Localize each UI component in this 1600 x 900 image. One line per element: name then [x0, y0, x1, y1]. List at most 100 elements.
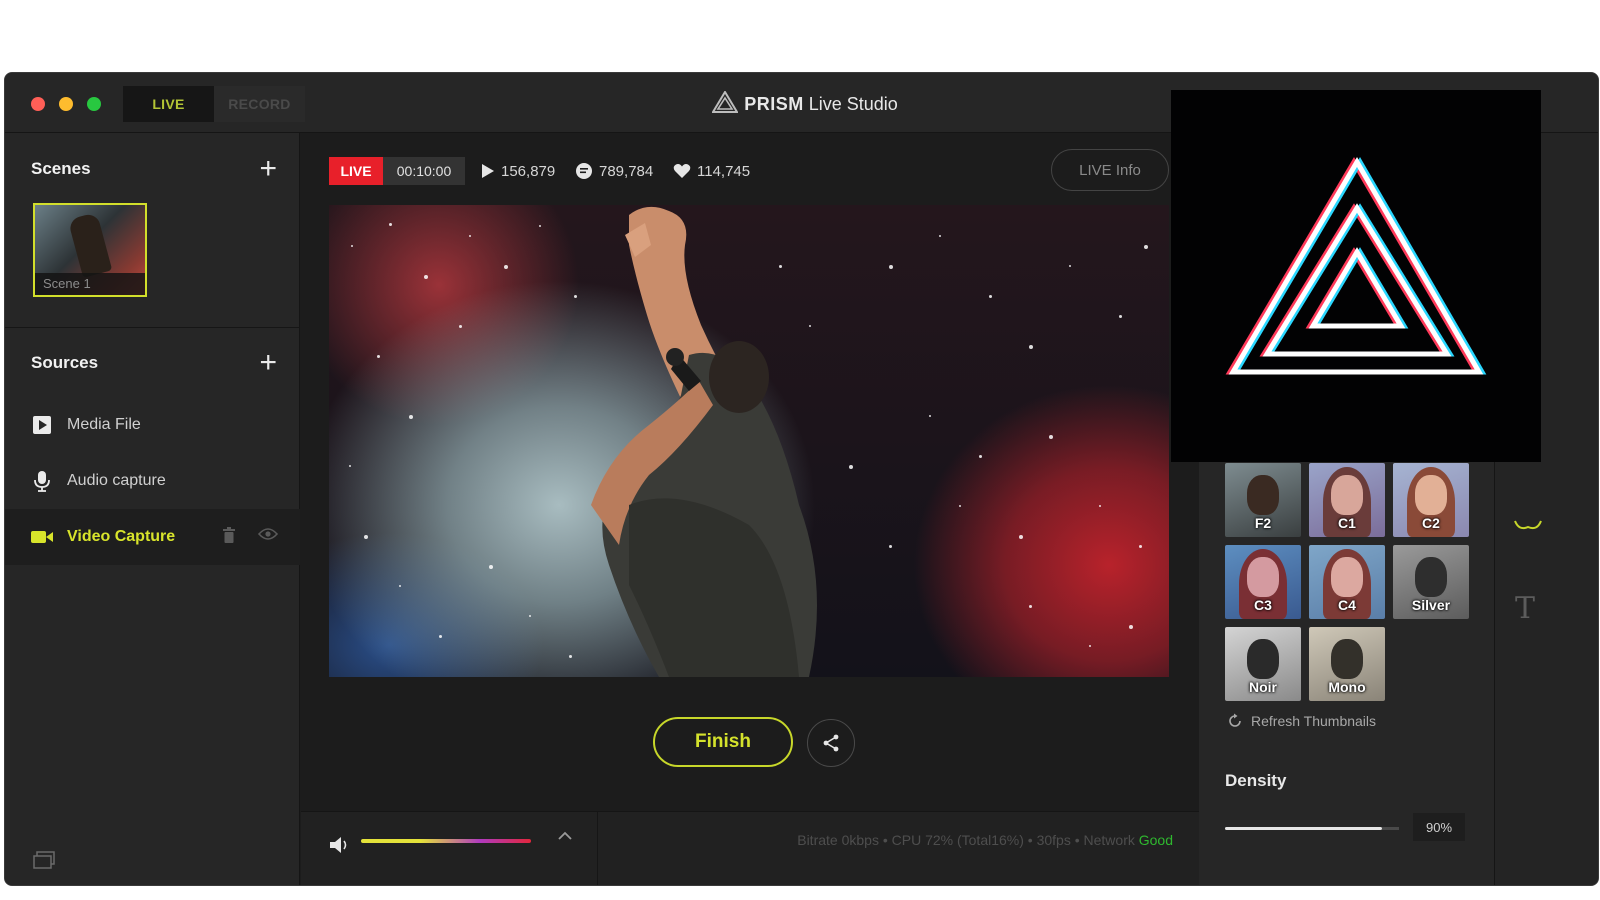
filter-c1[interactable]: C1 [1309, 463, 1385, 537]
filter-label: C1 [1338, 515, 1356, 531]
filter-face [1247, 475, 1279, 515]
heart-icon [673, 164, 691, 178]
sparkle [424, 275, 428, 279]
filter-noir[interactable]: Noir [1225, 627, 1301, 701]
chevron-up-icon[interactable] [557, 828, 573, 846]
microphone-icon [31, 470, 53, 492]
sparkle [409, 415, 413, 419]
sparkle [979, 455, 982, 458]
sparkle [1049, 435, 1053, 439]
text-tool-icon[interactable]: T [1515, 591, 1535, 626]
filter-face [1331, 557, 1363, 597]
sparkle [849, 465, 853, 469]
source-item-audio-capture[interactable]: Audio capture [5, 453, 300, 509]
scene-thumbnail-figure [67, 212, 113, 278]
sparkle [529, 615, 531, 617]
sparkle [389, 223, 392, 226]
sparkle [889, 545, 892, 548]
source-item-video-capture[interactable]: Video Capture [5, 509, 300, 565]
sparkle [439, 635, 442, 638]
prism-logo-icon [711, 90, 739, 118]
sparkle [364, 535, 368, 539]
sparkle [989, 295, 992, 298]
sparkle [351, 245, 353, 247]
media-file-icon [31, 414, 53, 436]
effects-icon[interactable] [1513, 517, 1543, 540]
multi-view-icon[interactable] [33, 851, 55, 869]
add-source-button[interactable]: + [259, 348, 277, 378]
like-count-value: 114,745 [697, 162, 751, 180]
sparkle [377, 355, 380, 358]
network-status: Good [1138, 832, 1173, 848]
filter-c4[interactable]: C4 [1309, 545, 1385, 619]
sparkle [929, 415, 931, 417]
refresh-icon [1229, 713, 1241, 727]
sparkle [1029, 345, 1033, 349]
sparkle [939, 235, 941, 237]
share-icon [823, 734, 839, 752]
trash-icon[interactable] [222, 526, 236, 548]
sparkle [1089, 645, 1091, 647]
filter-face [1415, 475, 1447, 515]
app-title-suffix: Live Studio [803, 94, 898, 114]
density-slider-remainder [1382, 827, 1399, 830]
live-badge: LIVE [329, 157, 383, 185]
filter-label: C4 [1338, 597, 1356, 613]
scene-label: Scene 1 [35, 273, 145, 295]
eye-icon[interactable] [257, 527, 279, 548]
speaker-icon[interactable] [329, 836, 351, 859]
chat-count: 789,784 [575, 157, 653, 185]
sparkle [809, 325, 811, 327]
filter-face [1247, 639, 1279, 679]
source-label: Video Capture [67, 528, 176, 545]
filter-face [1331, 475, 1363, 515]
sparkle [399, 585, 401, 587]
source-item-media-file[interactable]: Media File [5, 397, 300, 453]
live-info-button[interactable]: LIVE Info [1051, 149, 1169, 191]
stream-status: Bitrate 0kbps • CPU 72% (Total16%) • 30f… [797, 832, 1173, 848]
filter-c3[interactable]: C3 [1225, 545, 1301, 619]
sparkle [469, 235, 471, 237]
sparkle [569, 655, 572, 658]
app-title-brand: PRISM [744, 94, 804, 114]
sparkle [1144, 245, 1148, 249]
sparkle [889, 265, 893, 269]
status-footer: Bitrate 0kbps • CPU 72% (Total16%) • 30f… [301, 811, 1199, 885]
refresh-thumbnails-button[interactable]: Refresh Thumbnails [1227, 713, 1376, 729]
add-scene-button[interactable]: + [259, 154, 277, 184]
finish-button[interactable]: Finish [653, 717, 793, 767]
chat-count-value: 789,784 [599, 162, 654, 180]
filter-label: Mono [1328, 679, 1366, 695]
divider [5, 327, 300, 328]
video-preview [329, 205, 1169, 677]
scenes-title: Scenes [31, 159, 91, 178]
filter-face [1415, 557, 1447, 597]
scene-thumbnail[interactable]: Scene 1 [33, 203, 147, 297]
filter-c2[interactable]: C2 [1393, 463, 1469, 537]
sparkle [459, 325, 462, 328]
stream-status-text: Bitrate 0kbps • CPU 72% (Total16%) • 30f… [797, 832, 1139, 848]
density-value[interactable]: 90% [1413, 813, 1465, 841]
filter-face [1247, 557, 1279, 597]
sparkle [1129, 625, 1133, 629]
sparkle [539, 225, 541, 227]
performer-silhouette [591, 206, 817, 677]
share-button[interactable] [807, 719, 855, 767]
sparkle [779, 265, 782, 268]
density-slider[interactable] [1225, 827, 1382, 830]
sparkle [959, 505, 961, 507]
filter-label: C3 [1254, 597, 1272, 613]
filter-f2[interactable]: F2 [1225, 463, 1301, 537]
sparkle [1019, 535, 1023, 539]
sparkle [1029, 605, 1032, 608]
filter-grid: F2 C1 C2 C3 C4 Silver Noir Mono [1225, 463, 1475, 701]
main-stage: LIVE 00:10:00 156,879 789,784 114,745 LI… [301, 133, 1199, 885]
view-count-value: 156,879 [501, 162, 556, 180]
view-count: 156,879 [481, 157, 555, 185]
volume-meter[interactable] [361, 839, 531, 843]
sparkle [504, 265, 508, 269]
like-count: 114,745 [673, 157, 750, 185]
filter-silver[interactable]: Silver [1393, 545, 1469, 619]
filter-mono[interactable]: Mono [1309, 627, 1385, 701]
left-panel: Scenes + Scene 1 Sources + Media File Au… [5, 133, 300, 885]
